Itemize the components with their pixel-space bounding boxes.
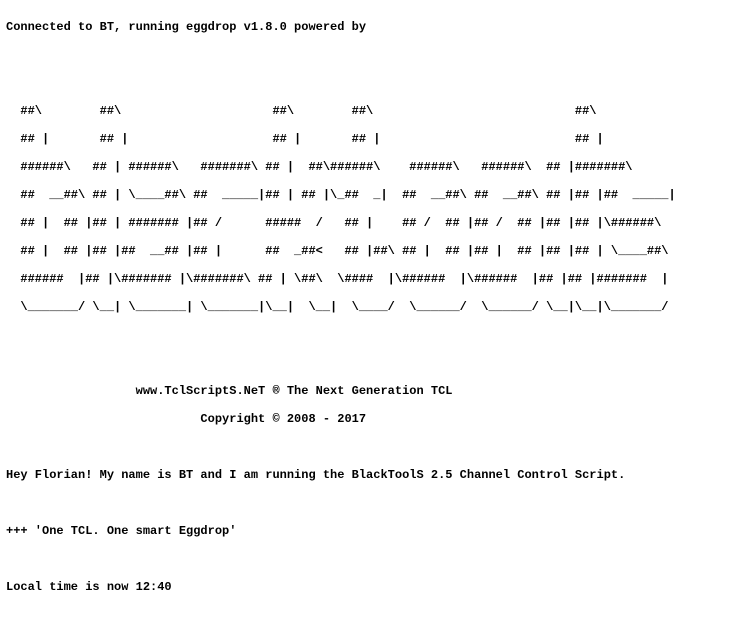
blank: [6, 552, 749, 566]
ascii-art-line: ## | ## | ## | ## | ## |: [6, 132, 749, 146]
blank: [6, 440, 749, 454]
ascii-art-line: \_______/ \__| \_______| \_______|\__| \…: [6, 300, 749, 314]
blank: [6, 48, 749, 62]
banner-copyright: Copyright © 2008 - 2017: [6, 412, 749, 426]
blank: [6, 328, 749, 342]
greeting-line: Hey Florian! My name is BT and I am runn…: [6, 468, 749, 482]
terminal-output: Connected to BT, running eggdrop v1.8.0 …: [0, 0, 755, 629]
ascii-art-line: ## | ## |## |## __## |## | ## _##< ## |#…: [6, 244, 749, 258]
tagline: +++ 'One TCL. One smart Eggdrop': [6, 524, 749, 538]
blank: [6, 356, 749, 370]
connect-line: Connected to BT, running eggdrop v1.8.0 …: [6, 20, 749, 34]
localtime-line: Local time is now 12:40: [6, 580, 749, 594]
ascii-art-line: ###### |## |\####### |\#######\ ## | \##…: [6, 272, 749, 286]
ascii-art-line: ######\ ## | ######\ #######\ ## | ##\##…: [6, 160, 749, 174]
ascii-art-line: ## __##\ ## | \____##\ ## _____|## | ## …: [6, 188, 749, 202]
ascii-art-line: ##\ ##\ ##\ ##\ ##\: [6, 104, 749, 118]
blank: [6, 76, 749, 90]
ascii-art-line: ## | ## |## | ####### |## / ##### / ## |…: [6, 216, 749, 230]
blank: [6, 496, 749, 510]
banner-site: www.TclScriptS.NeT ® The Next Generation…: [6, 384, 749, 398]
blank: [6, 608, 749, 622]
